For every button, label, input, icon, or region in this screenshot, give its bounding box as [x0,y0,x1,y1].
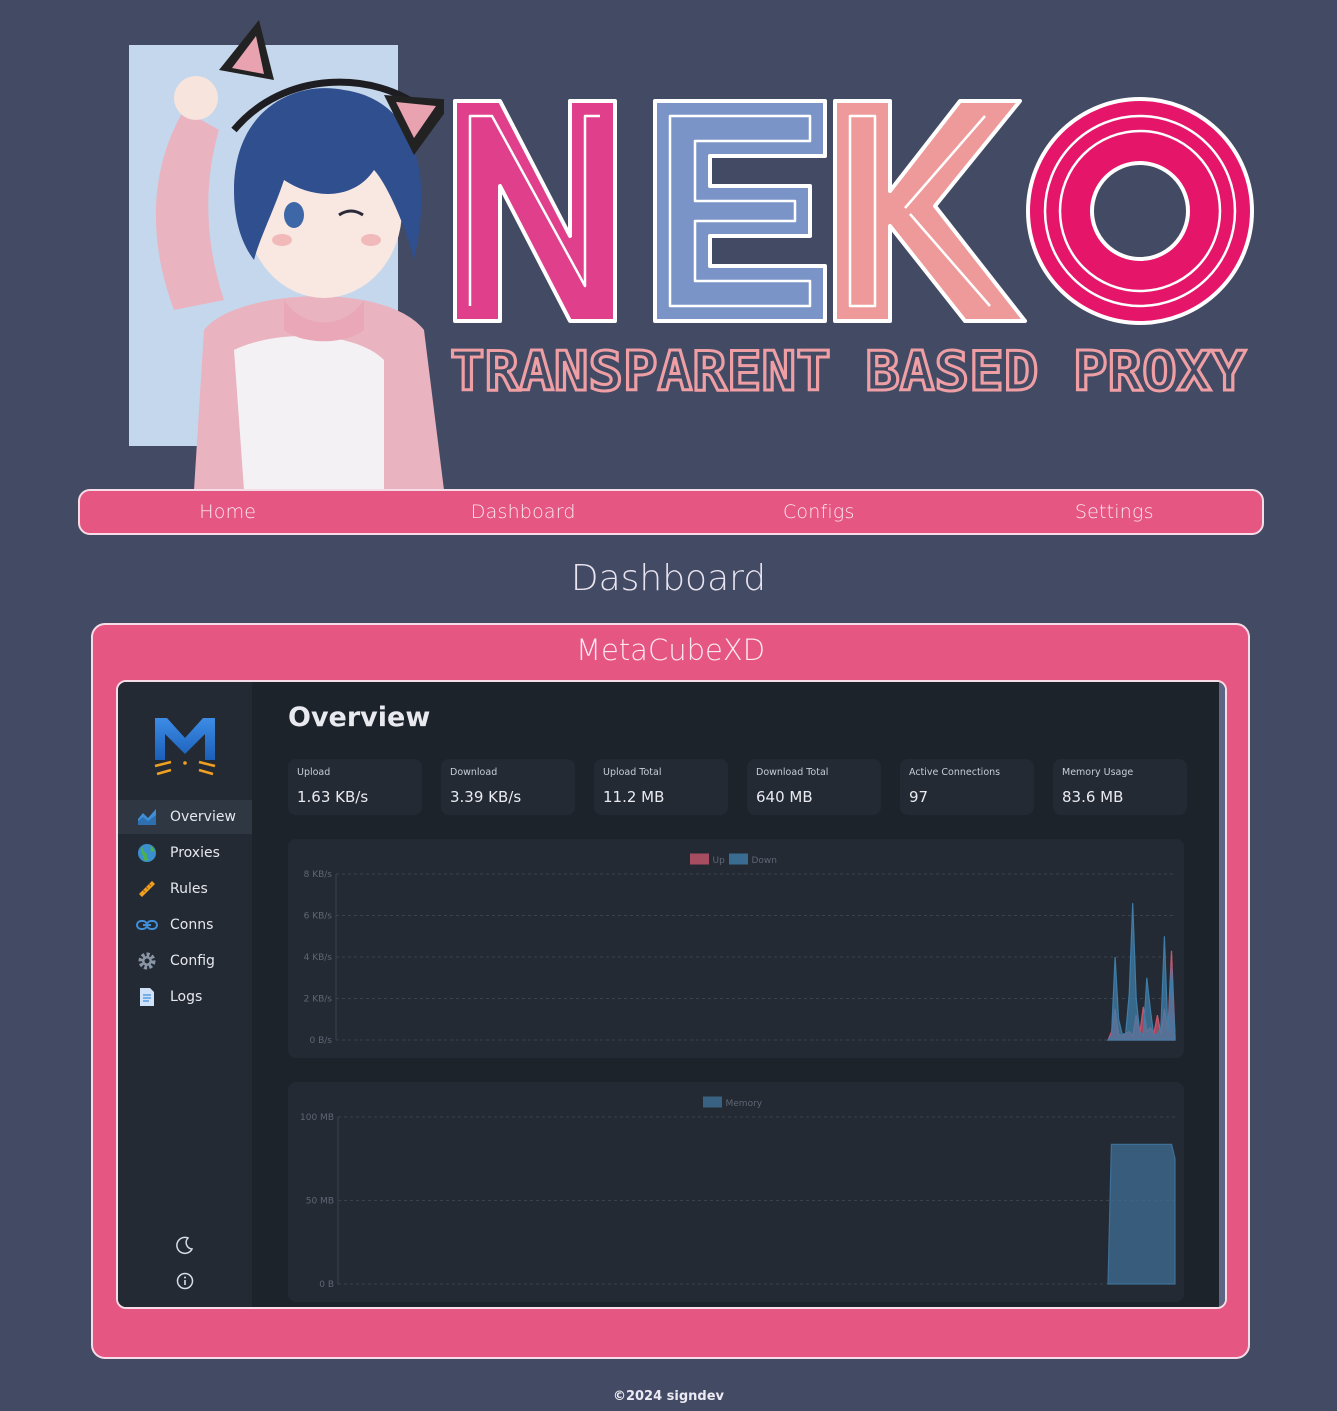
legend-swatch [690,853,709,865]
dashboard-card: MetaCubeXD Overview Proxies Rules Conns … [91,623,1250,1359]
sidebar-item-config[interactable]: Config [118,944,252,978]
stat-value: 83.6 MB [1062,788,1124,806]
sidebar-item-label: Overview [170,809,236,825]
header-banner: TRANSPARENT BASED PROXY [0,0,1337,490]
stat-value: 11.2 MB [603,788,665,806]
y-tick-label: 6 KB/s [304,912,333,922]
y-tick-label: 50 MB [306,1197,334,1207]
nav-dashboard[interactable]: Dashboard [376,501,672,523]
sidebar-item-rules[interactable]: Rules [118,872,252,906]
memory-chart-svg: 100 MB 50 MB 0 B Memory [300,1096,1176,1290]
legend-swatch [703,1096,722,1108]
mascot-illustration [129,20,444,490]
legend-label: Down [752,856,778,866]
stat-label: Active Connections [909,767,1001,778]
stat-label: Upload Total [603,767,662,778]
y-tick-label: 4 KB/s [304,953,333,963]
sidebar-item-label: Rules [170,881,208,897]
stat-value: 640 MB [756,788,813,806]
stat-card-download: Download 3.39 KB/s [441,759,575,815]
svg-text:TRANSPARENT BASED PROXY: TRANSPARENT BASED PROXY [450,342,1247,400]
nav-settings[interactable]: Settings [967,501,1263,523]
footer-copyright: ©2024 signdev [612,1389,725,1404]
document-icon [136,986,158,1008]
frame-scrollbar[interactable] [1219,682,1225,1307]
sidebar-item-conns[interactable]: Conns [118,908,252,942]
chart-area-icon [136,806,158,828]
nav-home[interactable]: Home [80,501,376,523]
metacube-logo-icon[interactable] [153,716,217,778]
overview-title: Overview [288,702,431,733]
stat-card-download-total: Download Total 640 MB [747,759,881,815]
stats-row: Upload 1.63 KB/s Download 3.39 KB/s Uplo… [288,759,1187,815]
globe-icon [136,842,158,864]
traffic-chart-svg: 8 KB/s 6 KB/s 4 KB/s 2 KB/s 0 B/s Up Down [304,853,1176,1046]
stat-card-active-connections: Active Connections 97 [900,759,1034,815]
ruler-icon [136,878,158,900]
dashboard-main: Overview Upload 1.63 KB/s Download 3.39 … [252,682,1219,1307]
page-title: Dashboard [570,558,767,599]
traffic-chart: 8 KB/s 6 KB/s 4 KB/s 2 KB/s 0 B/s Up Down [288,839,1184,1058]
stat-card-upload: Upload 1.63 KB/s [288,759,422,815]
stat-card-upload-total: Upload Total 11.2 MB [594,759,728,815]
moon-icon[interactable] [174,1234,196,1256]
gear-icon [136,950,158,972]
sidebar-item-overview[interactable]: Overview [118,800,252,834]
stat-value: 97 [909,788,929,806]
stat-card-memory-usage: Memory Usage 83.6 MB [1053,759,1187,815]
stat-value: 3.39 KB/s [450,788,522,806]
info-icon[interactable] [174,1270,196,1292]
y-tick-label: 100 MB [300,1113,334,1123]
legend-swatch [729,853,748,865]
stat-value: 1.63 KB/s [297,788,369,806]
y-tick-label: 0 B [319,1280,334,1290]
sidebar-item-label: Proxies [170,845,220,861]
sidebar-item-logs[interactable]: Logs [118,980,252,1014]
y-tick-label: 2 KB/s [304,995,333,1005]
sidebar-item-proxies[interactable]: Proxies [118,836,252,870]
link-icon [136,914,158,936]
sidebar-item-label: Logs [170,989,203,1005]
main-nav: Home Dashboard Configs Settings [78,489,1264,535]
memory-chart: 100 MB 50 MB 0 B Memory [288,1082,1184,1302]
neko-logo [440,86,1260,336]
embedded-dashboard-frame: Overview Proxies Rules Conns Config Logs… [116,680,1227,1309]
y-tick-label: 0 B/s [310,1036,333,1046]
legend-label: Up [713,856,726,866]
series-area [1107,1143,1176,1285]
sidebar-item-label: Config [170,953,215,969]
legend-label: Memory [726,1099,763,1109]
logo-subtitle: TRANSPARENT BASED PROXY [449,342,1249,400]
nav-configs[interactable]: Configs [671,501,967,523]
y-tick-label: 8 KB/s [304,870,333,880]
stat-label: Download [450,767,498,778]
stat-label: Download Total [756,767,829,778]
sidebar-item-label: Conns [170,917,214,933]
dashboard-sidebar: Overview Proxies Rules Conns Config Logs [118,682,252,1307]
stat-label: Upload [297,767,331,778]
stat-label: Memory Usage [1062,767,1134,778]
card-title: MetaCubeXD [575,633,766,667]
